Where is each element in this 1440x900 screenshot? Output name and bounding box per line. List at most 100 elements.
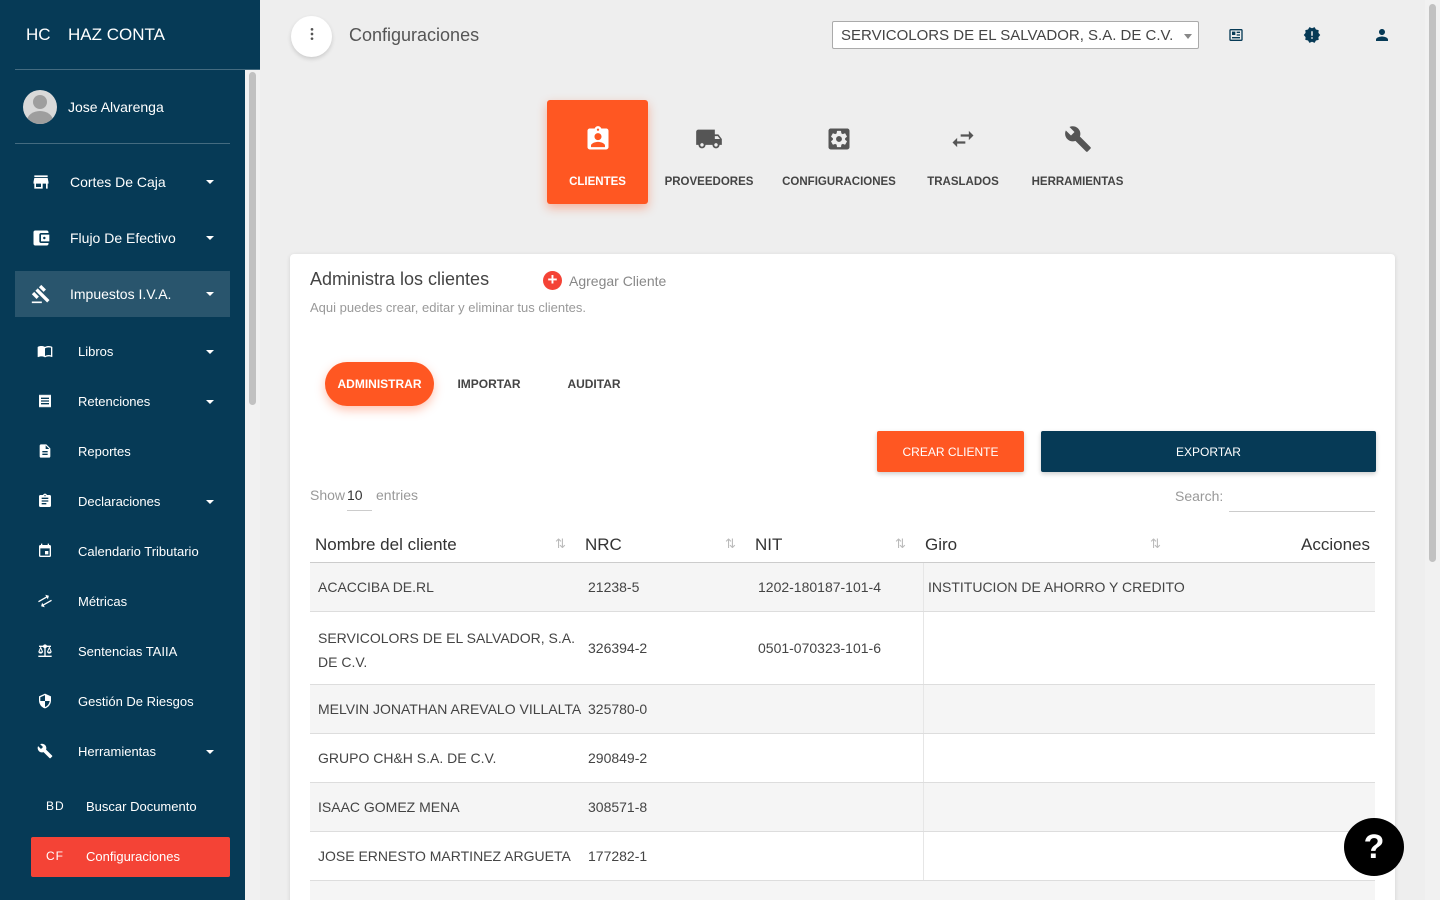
cell-nrc: 290849-2 <box>588 750 648 766</box>
add-client-button[interactable]: + Agregar Cliente <box>543 271 666 290</box>
wallet-icon <box>31 228 51 248</box>
table-row[interactable]: ISAAC GOMEZ MENA 308571-8 <box>310 783 1375 832</box>
wrench-icon <box>37 743 53 759</box>
store-icon <box>31 172 51 192</box>
cell-giro: INSTITUCION DE AHORRO Y CREDITO <box>928 579 1185 595</box>
cell-nrc: 325780-0 <box>588 701 648 717</box>
help-button[interactable]: ? <box>1344 818 1404 876</box>
cell-nrc: 21238-5 <box>588 579 640 595</box>
column-header-giro[interactable]: Giro <box>925 535 957 555</box>
sort-icon[interactable]: ⇅ <box>725 536 741 554</box>
sidebar-subitem-calendario[interactable]: Calendario Tributario <box>31 532 230 572</box>
column-header-nombre[interactable]: Nombre del cliente <box>315 535 457 555</box>
shield-icon <box>37 693 53 709</box>
clients-card: Administra los clientes + Agregar Client… <box>290 254 1395 900</box>
sidebar-scroll-thumb[interactable] <box>249 72 256 405</box>
company-select[interactable]: SERVICOLORS DE EL SALVADOR, S.A. DE C.V. <box>832 21 1199 49</box>
sort-icon[interactable]: ⇅ <box>1150 536 1166 554</box>
page-scroll-thumb[interactable] <box>1429 4 1436 562</box>
column-header-nit[interactable]: NIT <box>755 535 782 555</box>
tab-auditar[interactable]: AUDITAR <box>552 362 636 406</box>
column-header-nrc[interactable]: NRC <box>585 535 622 555</box>
tab-proveedores[interactable]: PROVEEDORES <box>659 100 759 204</box>
tab-label: HERRAMIENTAS <box>1031 176 1124 188</box>
tab-clientes[interactable]: CLIENTES <box>547 100 648 204</box>
table-row[interactable]: JOSE ERNESTO MARTINEZ ARGUETA 177282-1 <box>310 832 1375 881</box>
cell-nombre: ACACCIBA DE.RL <box>318 579 434 595</box>
entries-select[interactable]: 10 <box>347 487 372 511</box>
cell-nit: 1202-180187-101-4 <box>758 579 881 595</box>
add-client-label: Agregar Cliente <box>569 272 667 289</box>
sidebar-item-label: Flujo De Efectivo <box>70 230 176 246</box>
brand[interactable]: HC HAZ CONTA <box>15 0 260 70</box>
tab-administrar[interactable]: ADMINISTRAR <box>325 362 434 406</box>
receipt-icon <box>37 393 53 409</box>
table-row[interactable]: MELVIN JONATHAN AREVALO VILLALTA 325780-… <box>310 685 1375 734</box>
tab-label: PROVEEDORES <box>664 176 754 188</box>
column-divider <box>923 563 924 611</box>
export-button[interactable]: EXPORTAR <box>1041 431 1376 472</box>
person-icon[interactable] <box>1372 25 1392 45</box>
sidebar-subitem-buscar-documento[interactable]: BD Buscar Documento <box>31 787 230 827</box>
sidebar-subitem-label: Retenciones <box>78 394 151 409</box>
chevron-down-icon <box>206 400 214 404</box>
show-label: Show <box>310 487 346 503</box>
sidebar-item-cortes-de-caja[interactable]: Cortes De Caja <box>15 159 230 205</box>
brand-mini: HC <box>26 25 51 44</box>
more-menu-button[interactable] <box>291 16 332 57</box>
search-label: Search: <box>1175 488 1224 504</box>
cell-nombre: JOSE ERNESTO MARTINEZ ARGUETA <box>318 848 571 864</box>
table-row[interactable]: SERVICOLORS DE EL SALVADOR, S.A. DE C.V.… <box>310 612 1375 685</box>
table-row[interactable]: ACACCIBA DE.RL 21238-5 1202-180187-101-4… <box>310 563 1375 612</box>
sidebar-subitem-label: Configuraciones <box>86 849 180 864</box>
sidebar-subitem-label: Reportes <box>78 444 131 459</box>
create-client-button[interactable]: CREAR CLIENTE <box>877 431 1024 472</box>
tab-configuraciones[interactable]: CONFIGURACIONES <box>779 100 899 204</box>
search-input[interactable] <box>1229 484 1375 512</box>
sidebar: HC HAZ CONTA Jose Alvarenga Cortes De Ca… <box>0 0 260 900</box>
sort-icon[interactable]: ⇅ <box>895 536 911 554</box>
more-vert-icon <box>304 26 320 47</box>
sidebar-subitem-reportes[interactable]: Reportes <box>31 432 230 472</box>
cell-nrc: 308571-8 <box>588 799 648 815</box>
alert-badge-icon[interactable] <box>1302 25 1322 45</box>
balance-icon <box>37 643 53 659</box>
cell-nrc: 177282-1 <box>588 848 648 864</box>
tab-traslados[interactable]: TRASLADOS <box>918 100 1008 204</box>
table-row[interactable]: GRUPO CH&H S.A. DE C.V. 290849-2 <box>310 734 1375 783</box>
settings-box-icon <box>824 124 854 154</box>
cell-nit: 0501-070323-101-6 <box>758 640 881 656</box>
chevron-down-icon <box>206 750 214 754</box>
sidebar-subitem-configuraciones[interactable]: CF Configuraciones <box>31 837 230 877</box>
user-name: Jose Alvarenga <box>68 99 164 115</box>
sidebar-subitem-declaraciones[interactable]: Declaraciones <box>31 482 230 522</box>
entries-label: entries <box>376 487 419 503</box>
cell-nombre: GRUPO CH&H S.A. DE C.V. <box>318 750 497 766</box>
sidebar-subitem-sentencias[interactable]: Sentencias TAIIA <box>31 632 230 672</box>
tab-importar[interactable]: IMPORTAR <box>445 362 533 406</box>
chevron-down-icon <box>206 500 214 504</box>
tab-herramientas[interactable]: HERRAMIENTAS <box>1027 100 1128 204</box>
cell-nombre: ISAAC GOMEZ MENA <box>318 799 460 815</box>
gavel-icon <box>31 284 51 304</box>
table-row[interactable] <box>310 881 1375 900</box>
sort-icon[interactable]: ⇅ <box>555 536 571 554</box>
sidebar-item-label: Cortes De Caja <box>70 174 166 190</box>
sidebar-subitem-herramientas[interactable]: Herramientas <box>31 732 230 772</box>
cell-nombre: SERVICOLORS DE EL SALVADOR, S.A. DE C.V. <box>318 630 576 670</box>
calendar-icon <box>37 543 53 559</box>
sidebar-item-flujo-de-efectivo[interactable]: Flujo De Efectivo <box>15 215 230 261</box>
trending-icon <box>37 593 53 609</box>
avatar <box>23 90 57 124</box>
sidebar-subitem-gestion-riesgos[interactable]: Gestión De Riesgos <box>31 682 230 722</box>
sidebar-subitem-retenciones[interactable]: Retenciones <box>31 382 230 422</box>
sidebar-item-impuestos-iva[interactable]: Impuestos I.V.A. <box>15 271 230 317</box>
sidebar-subitem-metricas[interactable]: Métricas <box>31 582 230 622</box>
column-divider <box>923 685 924 733</box>
column-header-acciones: Acciones <box>1301 535 1370 554</box>
sidebar-subitem-libros[interactable]: Libros <box>31 332 230 372</box>
card-subtitle: Aqui puedes crear, editar y eliminar tus… <box>310 300 587 315</box>
card-title: Administra los clientes <box>310 269 490 289</box>
id-card-icon[interactable] <box>1226 25 1246 45</box>
user-profile[interactable]: Jose Alvarenga <box>15 70 230 144</box>
